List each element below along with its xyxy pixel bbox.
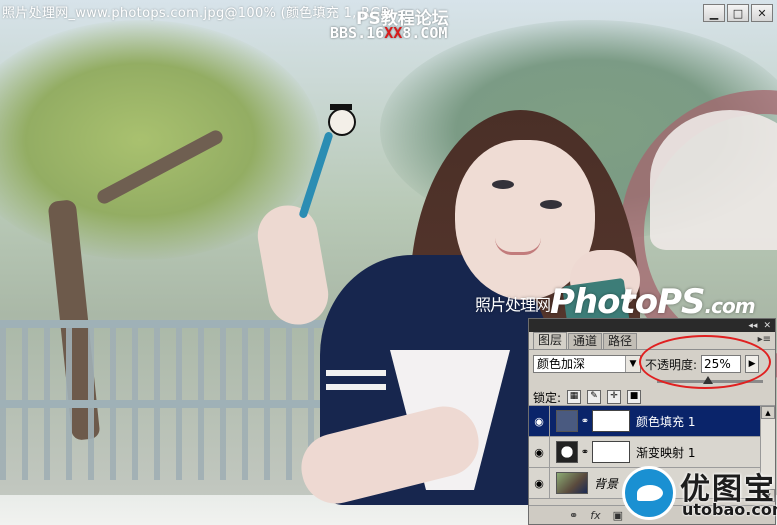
opacity-label: 不透明度: bbox=[645, 357, 698, 372]
lock-brush-icon[interactable]: ✎ bbox=[587, 390, 602, 404]
minimize-button[interactable]: ▁ bbox=[703, 4, 725, 22]
panel-titlebar[interactable]: ◂◂ ✕ bbox=[529, 319, 775, 332]
bird-logo-icon bbox=[622, 466, 676, 520]
tab-paths[interactable]: 路径 bbox=[603, 333, 638, 349]
fill-thumbnail bbox=[556, 410, 578, 432]
blend-mode-value: 颜色加深 bbox=[537, 357, 586, 371]
tab-layers[interactable]: 图层 bbox=[533, 332, 568, 349]
window-title: 照片处理网_www.photops.com.jpg@100% (颜色填充 1, … bbox=[2, 6, 390, 21]
panel-tabs: 图层 通道 路径 ▸≡ bbox=[529, 332, 775, 350]
layer-name: 颜色填充 1 bbox=[636, 414, 696, 429]
visibility-eye-icon[interactable]: ◉ bbox=[529, 468, 550, 498]
photops-dot-com: .com bbox=[704, 294, 756, 318]
sleeve-stripe bbox=[326, 384, 386, 390]
visibility-eye-icon[interactable]: ◉ bbox=[529, 437, 550, 467]
window-controls: ▁ □ ✕ bbox=[703, 4, 773, 22]
opacity-slider[interactable] bbox=[657, 375, 763, 389]
chain-link-icon[interactable]: ⚭ bbox=[578, 447, 592, 458]
restore-icon: □ bbox=[732, 6, 744, 20]
lock-all-icon[interactable]: ■ bbox=[627, 390, 642, 404]
adjustment-icon bbox=[556, 441, 578, 463]
bbs-suffix: 8.COM bbox=[402, 24, 448, 42]
link-icon[interactable]: ⚭ bbox=[569, 509, 578, 522]
chain-link-icon[interactable]: ⚭ bbox=[578, 416, 592, 427]
slider-thumb[interactable] bbox=[703, 376, 713, 384]
collapse-icon[interactable]: ◂◂ bbox=[748, 321, 757, 331]
opacity-input[interactable]: 25% bbox=[701, 355, 742, 373]
blend-opacity-row: 颜色加深 ▼ 不透明度: 25% ▶ bbox=[529, 350, 775, 375]
photops-watermark: 照片处理网PhotoPS.com bbox=[475, 282, 756, 322]
scroll-up-icon[interactable]: ▲ bbox=[761, 406, 775, 419]
layer-mask-thumbnail[interactable] bbox=[592, 410, 630, 432]
visibility-eye-icon[interactable]: ◉ bbox=[529, 406, 550, 436]
blend-mode-select[interactable]: 颜色加深 ▼ bbox=[533, 355, 641, 373]
girl-eye-right bbox=[540, 200, 562, 209]
restore-button[interactable]: □ bbox=[727, 4, 749, 22]
chevron-down-icon[interactable]: ▼ bbox=[625, 356, 640, 372]
lock-row: 锁定: ▦ ✎ ✛ ■ bbox=[529, 389, 775, 406]
lock-label: 锁定: bbox=[533, 390, 562, 405]
utobao-logo: 优图宝 utobao.com bbox=[622, 462, 777, 525]
layer-name: 背景 bbox=[594, 476, 619, 491]
layer-name: 渐变映射 1 bbox=[636, 445, 696, 460]
close-icon: ✕ bbox=[757, 6, 767, 20]
sleeve-stripe bbox=[326, 370, 386, 376]
photops-cn: 照片处理网 bbox=[475, 295, 551, 315]
bbs-watermark: BBS.16XX8.COM bbox=[330, 24, 447, 42]
tab-channels[interactable]: 通道 bbox=[568, 333, 603, 349]
layer-mask-thumbnail[interactable] bbox=[592, 441, 630, 463]
minimize-icon: ▁ bbox=[709, 6, 719, 20]
panel-menu-icon[interactable]: ▸≡ bbox=[758, 334, 771, 345]
background-thumbnail bbox=[556, 472, 588, 494]
bbs-prefix: BBS.16 bbox=[330, 24, 385, 42]
panel-close-icon[interactable]: ✕ bbox=[763, 321, 771, 331]
logo-url: utobao.com bbox=[682, 500, 777, 519]
lock-transparency-icon[interactable]: ▦ bbox=[567, 390, 582, 404]
pen-doll-head bbox=[328, 108, 356, 136]
pen-doll-hat bbox=[330, 104, 352, 110]
photops-brand: PhotoPS bbox=[550, 282, 705, 322]
lock-move-icon[interactable]: ✛ bbox=[607, 390, 622, 404]
fx-icon[interactable]: fx bbox=[590, 509, 600, 522]
opacity-arrow-button[interactable]: ▶ bbox=[745, 355, 760, 373]
bbs-red: XX bbox=[384, 24, 403, 42]
girl-eye-left bbox=[492, 180, 514, 189]
close-button[interactable]: ✕ bbox=[751, 4, 773, 22]
layer-row-color-fill[interactable]: ◉ ⚭ 颜色填充 1 bbox=[529, 406, 775, 437]
girl-raised-arm bbox=[253, 200, 333, 330]
